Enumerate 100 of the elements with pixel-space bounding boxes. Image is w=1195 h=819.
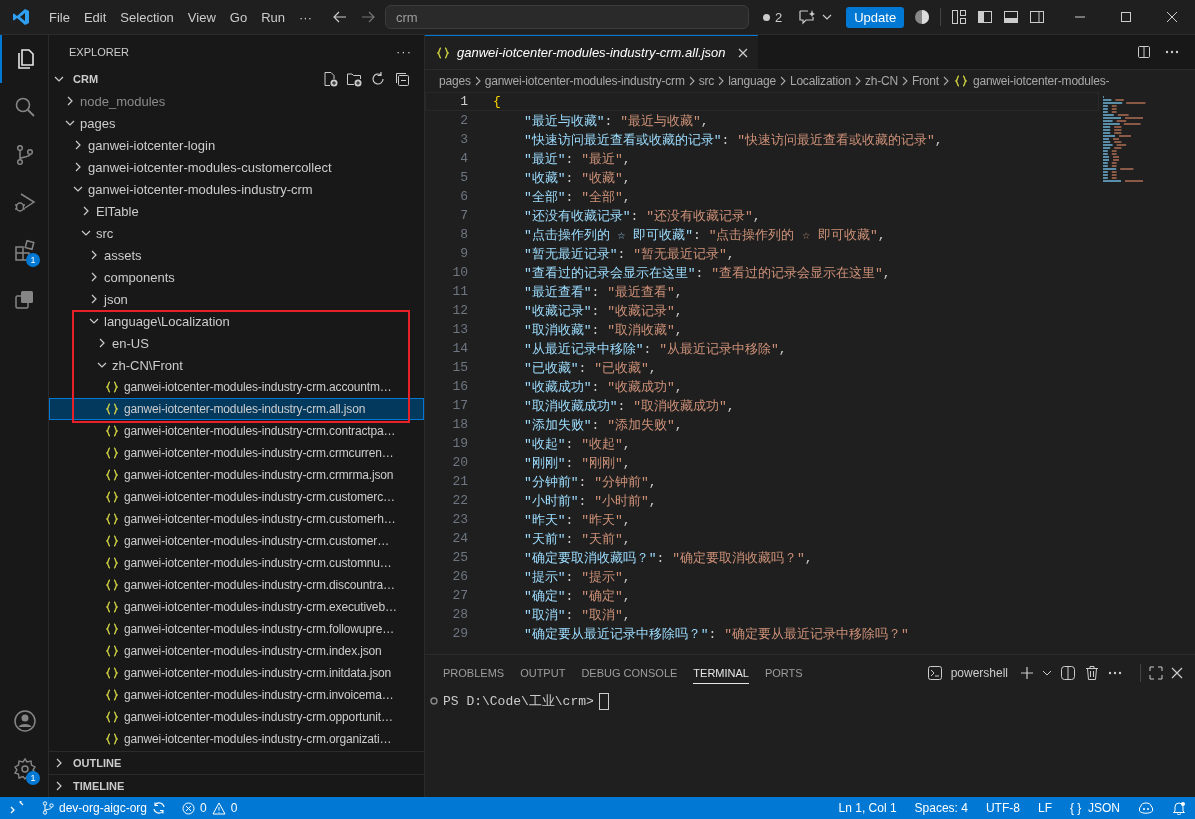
language-mode[interactable]: { } JSON [1069,801,1120,815]
line-ending[interactable]: LF [1037,801,1052,815]
panel-tab[interactable]: PROBLEMS [443,661,505,684]
folder-name[interactable]: zh-CN\Front [112,357,183,373]
close-icon[interactable] [1166,11,1178,23]
editor-tab[interactable]: ganwei-iotcenter-modules-industry-crm.all.json [425,35,758,69]
sync-icon[interactable] [152,801,167,815]
more-actions[interactable]: ··· [396,44,412,59]
warning-count[interactable]: 0 [230,801,238,815]
file-name[interactable]: ganwei-iotcenter-modules-industry-crm.followupre… [124,622,395,636]
file-name[interactable]: ganwei-iotcenter-modules-industry-crm.invoicema… [124,688,394,702]
cursor-position[interactable]: Ln 1, Col 1 [838,801,897,815]
split-terminal-icon[interactable] [1060,664,1076,681]
search-icon[interactable] [13,95,37,119]
breadcrumb-item[interactable]: ganwei-iotcenter-modules-industry-crm [484,74,685,88]
trash-icon[interactable] [1084,664,1100,681]
file-name[interactable]: ganwei-iotcenter-modules-industry-crm.initdata.json [124,666,392,680]
run-debug-icon[interactable] [13,191,37,215]
folder-name[interactable]: components [104,269,175,285]
breadcrumb-item[interactable]: src [698,74,715,88]
branch-name[interactable]: dev-org-aigc-org [59,801,148,815]
folder-name[interactable]: ElTable [96,203,139,219]
breadcrumb-item[interactable]: ganwei-iotcenter-modules- [972,74,1110,88]
breadcrumb-item[interactable]: language [728,74,776,88]
folder-name[interactable]: assets [104,247,142,263]
copilot-icon[interactable] [1138,801,1154,815]
refresh-icon[interactable] [370,71,386,87]
folder-name[interactable]: node_modules [80,93,166,109]
section-header[interactable]: OUTLINE [73,757,122,769]
half-circle-icon[interactable] [914,9,931,25]
folder-name[interactable]: ganwei-iotcenter-modules-industry-crm [88,181,313,197]
collapse-all-icon[interactable] [394,71,410,87]
split-editor-icon[interactable] [1137,45,1151,59]
indentation[interactable]: Spaces: 4 [914,801,968,815]
more-actions-icon[interactable] [1108,670,1122,675]
maximize-panel-icon[interactable] [1149,665,1163,680]
panel-tab[interactable]: PORTS [764,661,803,684]
settings-icon[interactable] [13,757,37,781]
folder-name[interactable]: language\Localization [104,313,230,329]
workspace-folder[interactable]: CRM [73,73,99,85]
file-name[interactable]: ganwei-iotcenter-modules-industry-crm.accountm… [124,380,392,394]
update-button[interactable]: Update [846,6,905,28]
file-name[interactable]: ganwei-iotcenter-modules-industry-crm.customerh… [124,512,396,526]
file-name[interactable]: ganwei-iotcenter-modules-industry-crm.contractpa… [124,424,396,438]
close-icon[interactable] [1171,666,1183,679]
new-folder-icon[interactable] [346,71,362,87]
plus-icon[interactable] [1020,665,1034,680]
more-actions-icon[interactable] [1165,50,1179,54]
dropdown-caret-icon[interactable] [822,14,833,20]
terminal-name[interactable]: powershell [950,665,1008,680]
menu-item[interactable]: View [180,6,223,28]
file-name[interactable]: ganwei-iotcenter-modules-industry-crm.organizati… [124,732,392,746]
breadcrumb-item[interactable]: zh-CN [864,74,898,88]
error-count[interactable]: 0 [200,801,207,815]
sidebar-left-icon[interactable] [977,9,994,25]
folder-name[interactable]: src [96,225,114,241]
breadcrumb-item[interactable]: pages [439,74,471,88]
folder-name[interactable]: ganwei-iotcenter-modules-customercollect [88,159,332,175]
breadcrumb-item[interactable]: Front [911,74,939,88]
account-icon[interactable] [13,709,37,733]
file-name[interactable]: ganwei-iotcenter-modules-industry-crm.executiveb… [124,600,397,614]
panel-bottom-icon[interactable] [1003,9,1020,25]
search-field[interactable]: crm [385,5,749,29]
back-arrow-icon[interactable] [333,11,347,23]
file-name[interactable]: ganwei-iotcenter-modules-industry-crm.opportunit… [124,710,393,724]
folder-name[interactable]: pages [80,115,116,131]
folder-name[interactable]: ganwei-iotcenter-login [88,137,216,153]
sidebar-right-icon[interactable] [1029,9,1046,25]
file-name[interactable]: ganwei-iotcenter-modules-industry-crm.customerc… [124,490,395,504]
forward-arrow-icon[interactable] [361,11,375,23]
maximize-icon[interactable] [1120,11,1132,23]
bell-icon[interactable] [1172,801,1186,815]
encoding[interactable]: UTF-8 [985,801,1020,815]
file-name[interactable]: ganwei-iotcenter-modules-industry-crm.index.json [124,644,382,658]
line-number: 9 [459,246,469,261]
menu-item[interactable]: Selection [113,6,181,28]
menu-item[interactable]: File [42,6,77,28]
file-name[interactable]: ganwei-iotcenter-modules-industry-crm.customnu… [124,556,392,570]
caret-icon[interactable] [1042,669,1052,676]
pending-changes-count[interactable]: 2 [757,9,789,25]
file-name[interactable]: ganwei-iotcenter-modules-industry-crm.crmrma.json [124,468,394,482]
panel-tab[interactable]: DEBUG CONSOLE [581,661,678,684]
close-icon[interactable] [737,47,748,58]
chat-sparkle-icon[interactable] [798,9,817,25]
menu-item[interactable]: Go [222,6,255,28]
folder-name[interactable]: json [104,291,128,307]
menu-item[interactable]: Edit [76,6,114,28]
panel-tab[interactable]: OUTPUT [520,661,566,684]
section-header[interactable]: TIMELINE [73,780,125,792]
breadcrumb-item[interactable]: Localization [789,74,851,88]
menu-item[interactable]: Run [254,6,292,28]
file-name[interactable]: ganwei-iotcenter-modules-industry-crm.discountra… [124,578,395,592]
new-file-icon[interactable] [322,71,338,87]
file-name[interactable]: ganwei-iotcenter-modules-industry-crm.customer… [124,534,390,548]
layout-grid-icon[interactable] [951,9,968,25]
panel-tab[interactable]: TERMINAL [693,661,749,684]
folder-name[interactable]: en-US [112,335,149,351]
extensions-icon[interactable] [13,239,37,263]
menu-item[interactable]: ··· [292,6,319,28]
file-name[interactable]: ganwei-iotcenter-modules-industry-crm.crmcurren… [124,446,394,460]
